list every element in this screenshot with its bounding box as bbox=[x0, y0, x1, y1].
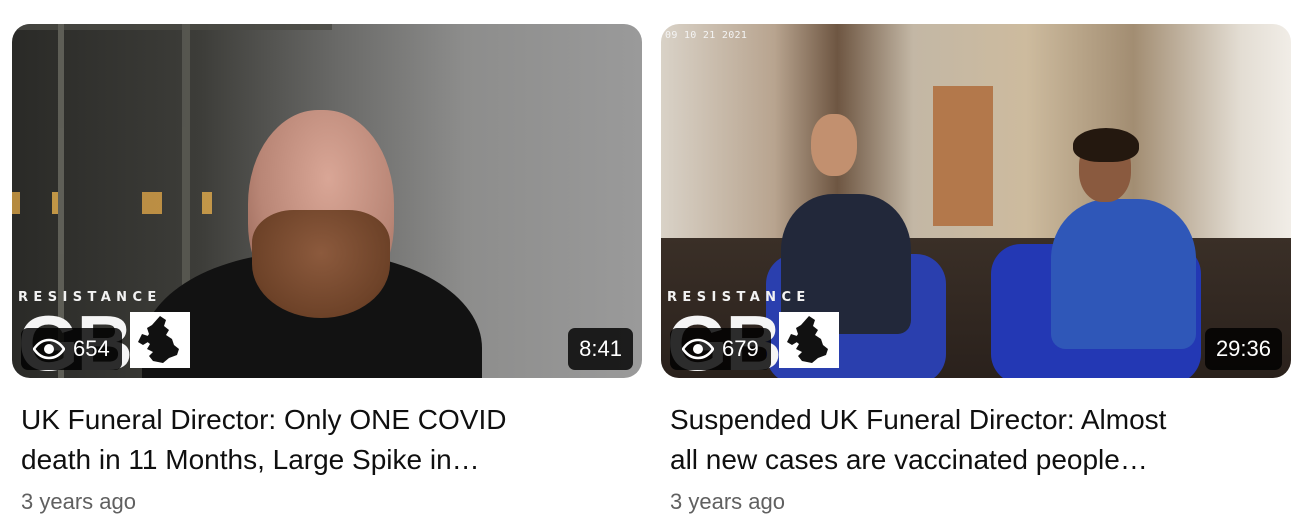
duration-badge: 8:41 bbox=[568, 328, 633, 370]
video-title-line: death in 11 Months, Large Spike in… bbox=[21, 444, 480, 475]
video-title-line: UK Funeral Director: Only ONE COVID bbox=[21, 404, 507, 435]
eye-icon bbox=[682, 338, 714, 360]
view-count: 654 bbox=[73, 336, 110, 361]
eye-icon bbox=[33, 338, 65, 360]
channel-watermark-text: RESISTANCE bbox=[667, 290, 811, 305]
video-title[interactable]: Suspended UK Funeral Director: Almost al… bbox=[661, 400, 1291, 480]
view-count: 679 bbox=[722, 336, 759, 361]
video-card[interactable]: 09 10 21 2021 RESISTANCE GB 679 29:36 Su… bbox=[661, 24, 1291, 515]
uk-map-icon bbox=[779, 312, 839, 368]
video-age: 3 years ago bbox=[21, 489, 136, 514]
video-title[interactable]: UK Funeral Director: Only ONE COVID deat… bbox=[12, 400, 642, 480]
duration-badge: 29:36 bbox=[1204, 328, 1282, 370]
video-title-line: all new cases are vaccinated people… bbox=[670, 444, 1148, 475]
thumbnail-timestamp: 09 10 21 2021 bbox=[665, 30, 748, 41]
uk-map-icon bbox=[130, 312, 190, 368]
channel-watermark-text: RESISTANCE bbox=[18, 290, 162, 305]
video-title-line: Suspended UK Funeral Director: Almost bbox=[670, 404, 1167, 435]
view-count-badge: 654 bbox=[21, 328, 122, 370]
video-thumbnail[interactable]: RESISTANCE GB 654 8:41 bbox=[12, 24, 642, 378]
video-card[interactable]: RESISTANCE GB 654 8:41 UK Funeral Direct… bbox=[12, 24, 642, 515]
view-count-badge: 679 bbox=[670, 328, 771, 370]
video-thumbnail[interactable]: 09 10 21 2021 RESISTANCE GB 679 29:36 bbox=[661, 24, 1291, 378]
video-age: 3 years ago bbox=[670, 489, 785, 514]
